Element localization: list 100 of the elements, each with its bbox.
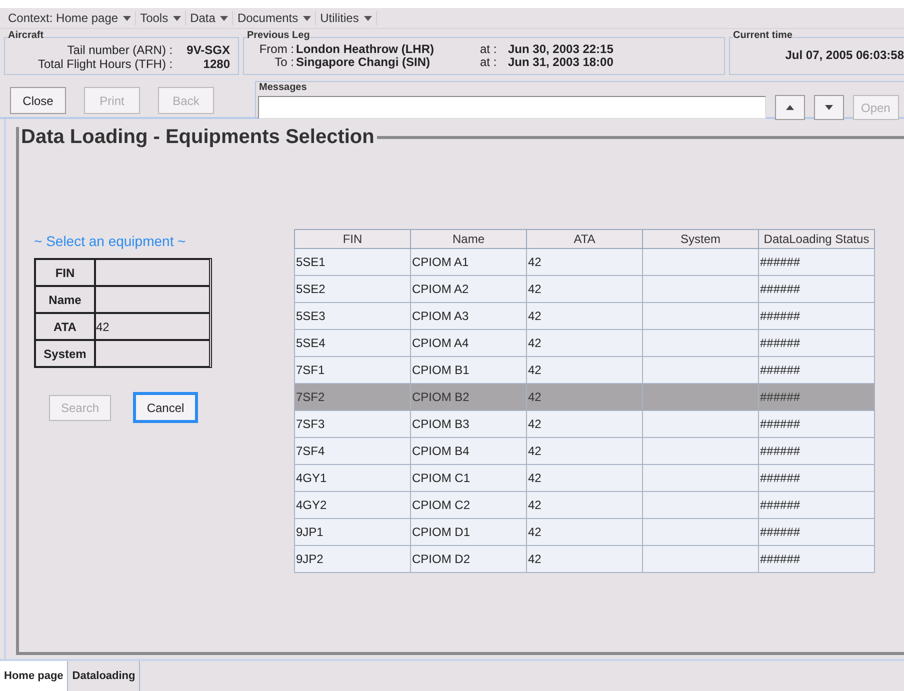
- table-row[interactable]: 5SE3 CPIOM A3 42 ######: [294, 302, 874, 330]
- table-cell: 42: [526, 248, 642, 276]
- table-cell: 42: [526, 356, 642, 384]
- table-cell: CPIOM D2: [410, 546, 526, 572]
- table-cell: ######: [758, 438, 874, 464]
- table-row[interactable]: 9JP1 CPIOM D1 42 ######: [294, 518, 874, 546]
- up-arrow-icon: [786, 105, 794, 110]
- table-cell: 5SE1: [294, 248, 410, 276]
- table-cell: 5SE2: [294, 276, 410, 302]
- caret-icon: [220, 16, 228, 20]
- table-cell: 7SF1: [294, 356, 410, 384]
- table-cell: 42: [526, 518, 642, 546]
- menu-item[interactable]: Documents: [233, 11, 316, 25]
- table-cell: ######: [758, 330, 874, 356]
- group-title: Aircraft: [8, 30, 44, 41]
- input-field[interactable]: [95, 286, 210, 313]
- table-cell: ######: [758, 248, 874, 276]
- table-row[interactable]: 7SF3 CPIOM B3 42 ######: [294, 410, 874, 438]
- table-cell: CPIOM A3: [410, 302, 526, 330]
- toolbar-button[interactable]: Close: [10, 87, 66, 114]
- form-title: ~ Select an equipment ~: [34, 233, 187, 249]
- field-label: Tail number (ARN) :: [66, 43, 173, 57]
- table-cell: 42: [526, 330, 642, 356]
- field-value: Jun 31, 2003 18:00: [508, 56, 614, 69]
- input-field[interactable]: 42: [95, 313, 210, 340]
- table-cell: CPIOM C1: [410, 464, 526, 492]
- menu-item[interactable]: Context: Home page: [4, 11, 136, 25]
- table-cell: CPIOM C2: [410, 492, 526, 518]
- tab[interactable]: Dataloading: [68, 661, 140, 691]
- field-label: Name: [35, 286, 95, 313]
- table-cell: 5SE4: [294, 330, 410, 356]
- table-cell: CPIOM B4: [410, 438, 526, 464]
- scroll-up-button[interactable]: [775, 95, 805, 120]
- table-row[interactable]: 7SF4 CPIOM B4 42 ######: [294, 438, 874, 464]
- table-cell: 42: [526, 302, 642, 330]
- column-header[interactable]: ATA: [526, 230, 642, 248]
- menu-item[interactable]: Utilities: [316, 11, 377, 25]
- table-cell: 42: [526, 492, 642, 518]
- field-label: at :: [479, 43, 498, 56]
- column-header[interactable]: System: [642, 230, 758, 248]
- menu-item[interactable]: Data: [186, 11, 234, 25]
- scroll-down-button[interactable]: [814, 95, 844, 120]
- group-title: Messages: [258, 82, 308, 93]
- caret-icon: [303, 16, 312, 20]
- input-field[interactable]: [95, 259, 210, 286]
- field-value: Jun 30, 2003 22:15: [508, 43, 614, 56]
- group-title: Current time: [733, 30, 792, 41]
- table-row[interactable]: 5SE4 CPIOM A4 42 ######: [294, 330, 874, 356]
- field-label: ATA: [35, 313, 95, 340]
- table-cell: 7SF2: [294, 384, 410, 410]
- table-cell: ######: [758, 518, 874, 546]
- caret-icon: [364, 16, 372, 20]
- input-field[interactable]: [95, 340, 210, 367]
- table-cell: 42: [526, 410, 642, 438]
- table-row[interactable]: 7SF1 CPIOM B1 42 ######: [294, 356, 874, 384]
- table-row[interactable]: 7SF2 CPIOM B2 42 ######: [294, 384, 874, 410]
- table-cell: ######: [758, 302, 874, 330]
- caret-icon: [123, 16, 132, 20]
- field-label: From :: [258, 43, 295, 56]
- down-arrow-icon: [825, 105, 833, 110]
- table-cell: CPIOM D1: [410, 518, 526, 546]
- table-row[interactable]: 5SE1 CPIOM A1 42 ######: [294, 248, 874, 276]
- table-cell: ######: [758, 410, 874, 438]
- table-row[interactable]: 4GY2 CPIOM C2 42 ######: [294, 492, 874, 518]
- group-title: Previous Leg: [247, 30, 310, 41]
- table-cell: CPIOM A1: [410, 248, 526, 276]
- panel-title: Data Loading - Equipments Selection: [20, 126, 376, 149]
- table-cell: ######: [758, 464, 874, 492]
- table-cell: ######: [758, 384, 874, 410]
- table-cell: 42: [526, 464, 642, 492]
- table-cell: 42: [526, 546, 642, 572]
- field-label: at :: [479, 56, 498, 69]
- table-row[interactable]: 9JP2 CPIOM D2 42 ######: [294, 546, 874, 572]
- table-cell: 7SF3: [294, 410, 410, 438]
- table-cell: ######: [758, 356, 874, 384]
- time-value: Jul 07, 2005 06:03:58: [784, 47, 904, 62]
- table-cell: CPIOM B1: [410, 356, 526, 384]
- field-label: FIN: [35, 259, 95, 286]
- table-cell: CPIOM A2: [410, 276, 526, 302]
- column-header[interactable]: Name: [410, 230, 526, 248]
- field-value: 9V-SGX: [186, 43, 230, 57]
- table-cell: CPIOM B3: [410, 410, 526, 438]
- column-header[interactable]: FIN: [294, 230, 410, 248]
- table-row[interactable]: 5SE2 CPIOM A2 42 ######: [294, 276, 874, 302]
- table-cell: 9JP1: [294, 518, 410, 546]
- table-cell: CPIOM A4: [410, 330, 526, 356]
- tab[interactable]: Home page: [0, 661, 68, 691]
- field-label: To :: [274, 56, 295, 69]
- table-cell: 42: [526, 384, 642, 410]
- field-value: London Heathrow (LHR): [296, 43, 435, 56]
- table-row[interactable]: 4GY1 CPIOM C1 42 ######: [294, 464, 874, 492]
- field-value: Singapore Changi (SIN): [296, 56, 430, 69]
- table-cell: 5SE3: [294, 302, 410, 330]
- form-button[interactable]: Cancel: [133, 392, 198, 423]
- menu-item[interactable]: Tools: [136, 11, 186, 25]
- table-cell: ######: [758, 546, 874, 572]
- field-label: Total Flight Hours (TFH) :: [36, 57, 173, 71]
- messages-field[interactable]: [258, 96, 766, 119]
- column-header[interactable]: DataLoading Status: [758, 230, 874, 248]
- table-cell: 4GY1: [294, 464, 410, 492]
